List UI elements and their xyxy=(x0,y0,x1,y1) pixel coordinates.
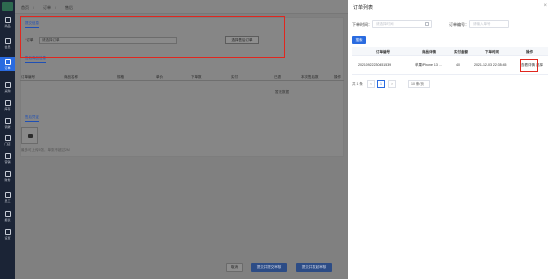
column-header: 实付 xyxy=(231,75,238,79)
highlight-box xyxy=(520,59,538,72)
upload-hint: 最多可上传5张，单张不超过2M xyxy=(21,148,70,152)
sidebar-item-store[interactable]: 门店 xyxy=(0,133,15,147)
sidebar-item-inventory[interactable]: 库存 xyxy=(0,98,15,112)
column-header: 单价 xyxy=(156,75,163,79)
paid-amount: 40 xyxy=(456,63,460,67)
staff-icon xyxy=(4,192,11,198)
tab-voucher[interactable]: 售后凭证 xyxy=(25,115,39,122)
date-picker-input[interactable]: 请选择时间 xyxy=(372,20,432,28)
order-no-input[interactable]: 请输入单号 xyxy=(469,20,509,28)
drawer-title: 订单列表 xyxy=(353,5,374,11)
cart-icon xyxy=(4,82,11,88)
goods-table-header: 订单编号 商品名称 规格 单价 下单数 实付 已退 本次售后数 操作 xyxy=(20,73,344,81)
goods-detail: 苹果iPhone 13 … xyxy=(415,63,443,67)
marketing-icon xyxy=(4,153,11,159)
column-header: 下单数 xyxy=(191,75,202,79)
sidebar-item-orders[interactable]: 订单 xyxy=(0,57,15,71)
sidebar-item-transfer[interactable]: 调拨 xyxy=(0,116,15,130)
order-icon xyxy=(4,59,11,65)
column-header: 订单编号 xyxy=(21,75,35,79)
submit-review-button[interactable]: 提交并提交审核 xyxy=(251,263,287,272)
date-placeholder: 请选择时间 xyxy=(376,22,394,26)
column-header: 实付金额 xyxy=(454,50,468,54)
breadcrumb-separator: / xyxy=(55,5,57,10)
warehouse-icon xyxy=(4,100,11,106)
sidebar-item-marketing[interactable]: 营销 xyxy=(0,151,15,165)
order-list-drawer: 订单列表 × 下单时间： 请选择时间 订单编号： 请输入单号 搜索 订单编号 商… xyxy=(348,0,553,279)
box-icon xyxy=(4,17,11,23)
search-button[interactable]: 搜索 xyxy=(352,36,366,44)
column-header: 本次售后数 xyxy=(301,75,319,79)
order-time: 2021-12-03 22:35:45 xyxy=(474,63,507,67)
date-filter-label: 下单时间： xyxy=(352,22,372,27)
store-icon xyxy=(4,135,11,141)
highlight-box xyxy=(20,16,285,58)
report-icon xyxy=(4,211,11,217)
table-row: 20210922230451539 苹果iPhone 13 … 40 2021-… xyxy=(352,56,548,75)
image-upload[interactable] xyxy=(21,127,38,144)
finance-icon xyxy=(4,171,11,177)
empty-table-text: 暂无数据 xyxy=(275,90,289,94)
column-header: 订单编号 xyxy=(376,50,390,54)
calendar-icon xyxy=(425,22,429,26)
app-logo xyxy=(2,2,13,11)
order-no-placeholder: 请输入单号 xyxy=(473,22,491,26)
next-page-button[interactable]: > xyxy=(388,80,396,88)
column-header: 操作 xyxy=(526,50,533,54)
close-icon[interactable]: × xyxy=(543,3,547,9)
column-header: 已退 xyxy=(274,75,281,79)
sidebar-item-finance[interactable]: 财务 xyxy=(0,169,15,183)
column-header: 规格 xyxy=(117,75,124,79)
breadcrumb-home[interactable]: 首页 xyxy=(21,5,29,11)
column-header: 商品详情 xyxy=(422,50,436,54)
sidebar-item-report[interactable]: 报表 xyxy=(0,209,15,223)
submit-button[interactable]: 提交并发起审核 xyxy=(296,263,332,272)
page-1-button[interactable]: 1 xyxy=(377,80,385,88)
camera-icon xyxy=(28,134,33,138)
order-number-link[interactable]: 20210922230451539 xyxy=(358,63,391,67)
column-header: 下单时间 xyxy=(485,50,499,54)
cancel-button[interactable]: 取消 xyxy=(226,263,243,272)
prev-page-button[interactable]: < xyxy=(367,80,375,88)
pagination-total: 共 1 条 xyxy=(352,82,363,86)
sidebar-item-goods[interactable]: 商品 xyxy=(0,15,15,29)
topbar: 首页 / 订单 / 售后 xyxy=(15,0,348,14)
order-table-header: 订单编号 商品详情 实付金额 下单时间 操作 xyxy=(352,47,548,56)
page-size-select[interactable]: 10 条/页 xyxy=(408,80,430,88)
column-header: 商品名称 xyxy=(64,75,78,79)
breadcrumb-orders[interactable]: 订单 xyxy=(43,5,51,11)
sidebar-item-purchase[interactable]: 采购 xyxy=(0,80,15,94)
column-header: 操作 xyxy=(334,75,341,79)
breadcrumb-aftersale: 售后 xyxy=(65,5,73,10)
sidebar: 商品 会员 订单 采购 库存 调拨 门店 营销 财务 员工 报表 设置 xyxy=(0,0,15,279)
breadcrumb-separator: / xyxy=(33,5,35,10)
user-icon xyxy=(4,38,11,44)
sidebar-item-staff[interactable]: 员工 xyxy=(0,190,15,204)
sidebar-item-members[interactable]: 会员 xyxy=(0,36,15,50)
sidebar-item-settings[interactable]: 设置 xyxy=(0,227,15,241)
transfer-icon xyxy=(4,118,11,124)
settings-icon xyxy=(4,229,11,235)
order-no-filter-label: 订单编号： xyxy=(449,22,469,27)
